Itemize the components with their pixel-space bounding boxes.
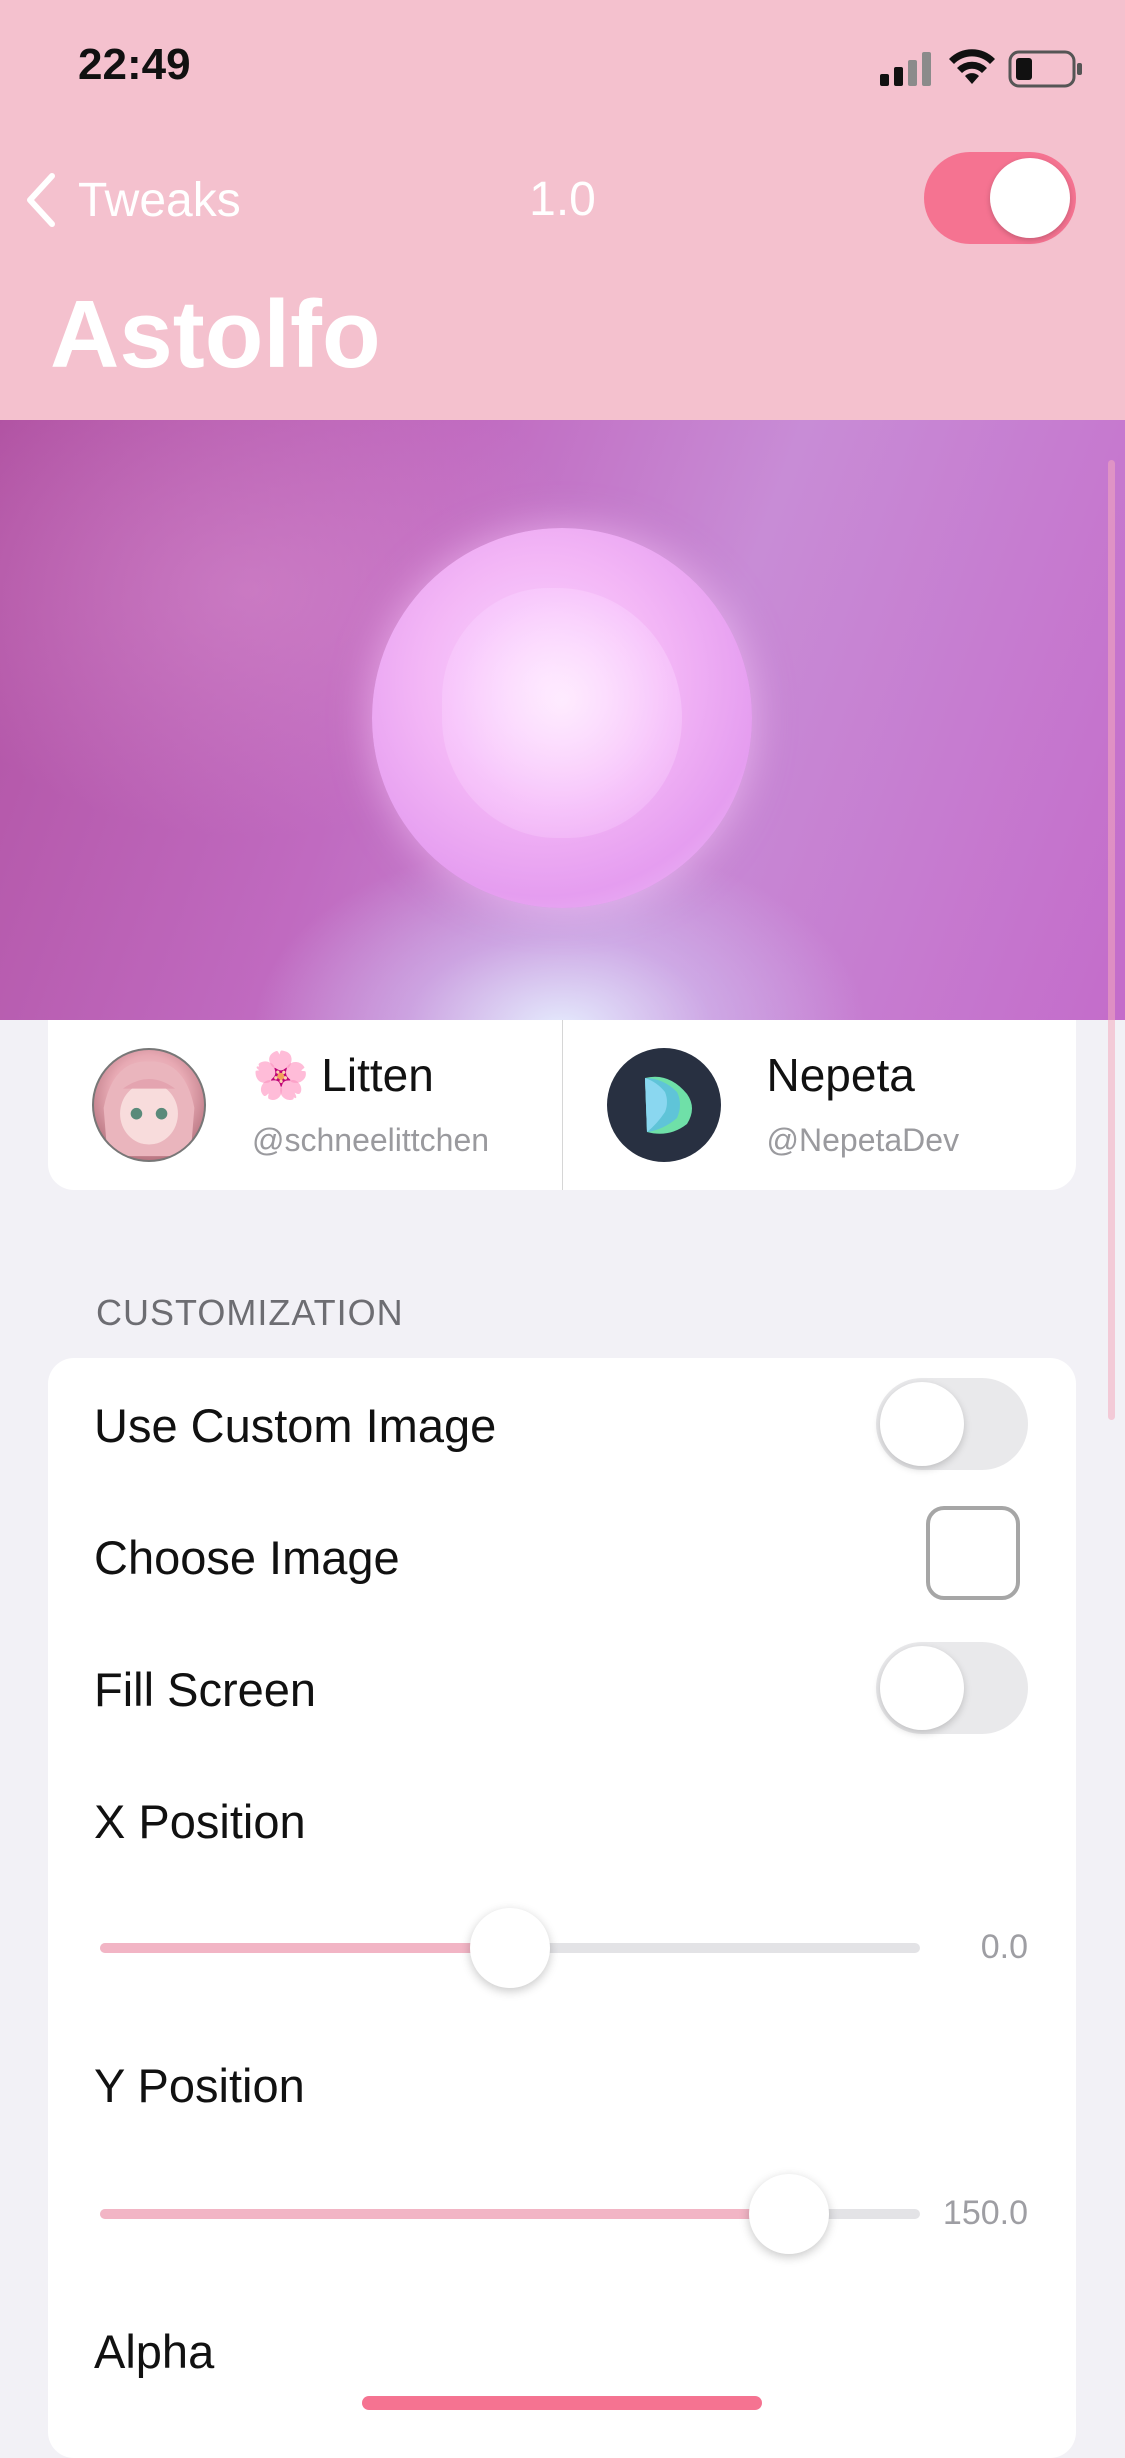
choose-image-label: Choose Image bbox=[94, 1531, 400, 1584]
y-position-label: Y Position bbox=[94, 2059, 305, 2112]
enable-toggle[interactable] bbox=[924, 152, 1076, 244]
y-position-value: 150.0 bbox=[942, 2194, 1028, 2232]
fill-screen-switch[interactable] bbox=[876, 1642, 1028, 1734]
nepeta-avatar bbox=[606, 1048, 721, 1162]
back-label: Tweaks bbox=[78, 173, 241, 227]
home-indicator[interactable] bbox=[362, 2396, 762, 2410]
header-banner bbox=[0, 420, 1125, 1020]
credit-handle: @schneelittchen bbox=[252, 1122, 490, 1158]
alpha-label: Alpha bbox=[94, 2325, 215, 2378]
x-position-slider[interactable] bbox=[100, 1908, 920, 1988]
choose-image-button[interactable] bbox=[926, 1506, 1020, 1600]
credit-litten[interactable]: 🌸 Litten @schneelittchen bbox=[48, 1020, 562, 1190]
slider-thumb[interactable] bbox=[748, 2174, 829, 2254]
credits-card: 🌸 Litten @schneelittchen Nepeta @NepetaDe… bbox=[48, 1020, 1076, 1190]
battery-icon bbox=[1008, 50, 1082, 88]
section-header-customization: CUSTOMIZATION bbox=[96, 1292, 404, 1333]
page-title: Astolfo bbox=[50, 281, 381, 388]
litten-avatar bbox=[92, 1048, 206, 1162]
cherry-blossom-icon: 🌸 bbox=[252, 1049, 310, 1101]
customization-group: Use Custom Image Choose Image Fill Scree… bbox=[48, 1358, 1076, 2458]
use-custom-image-label: Use Custom Image bbox=[94, 1399, 497, 1452]
wifi-icon bbox=[949, 49, 995, 84]
tweak-logo bbox=[372, 528, 752, 908]
toggle-knob bbox=[990, 158, 1070, 238]
y-position-slider[interactable] bbox=[100, 2174, 920, 2254]
x-position-value: 0.0 bbox=[980, 1928, 1028, 1966]
chevron-left-icon bbox=[27, 173, 55, 227]
navigation-header: 22:49 Tweaks 1.0 Astolfo bbox=[0, 0, 1125, 420]
back-button[interactable]: Tweaks bbox=[22, 165, 241, 235]
use-custom-image-switch[interactable] bbox=[876, 1378, 1028, 1470]
credit-name: Nepeta bbox=[766, 1049, 915, 1101]
x-position-label: X Position bbox=[94, 1795, 306, 1848]
credit-nepeta[interactable]: Nepeta @NepetaDev bbox=[561, 1020, 1077, 1190]
credit-name: 🌸 Litten bbox=[252, 1049, 434, 1101]
fill-screen-label: Fill Screen bbox=[94, 1663, 317, 1716]
scroll-indicator[interactable] bbox=[1108, 460, 1115, 1420]
slider-thumb[interactable] bbox=[470, 1908, 550, 1988]
status-time: 22:49 bbox=[78, 40, 191, 89]
credit-handle: @NepetaDev bbox=[766, 1122, 960, 1158]
cellular-signal-icon bbox=[880, 52, 931, 86]
